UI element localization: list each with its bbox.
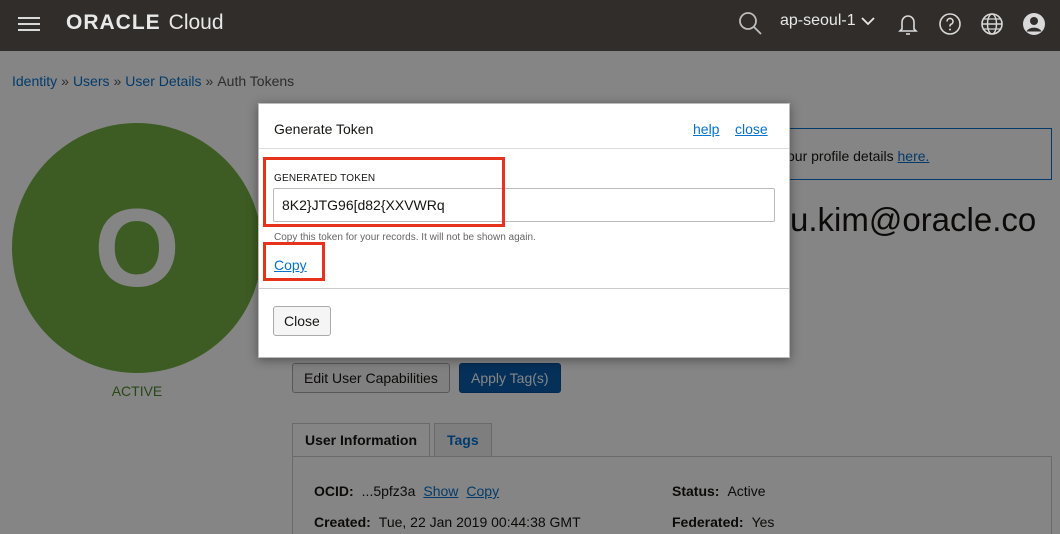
search-icon[interactable] xyxy=(737,10,763,36)
dialog-divider xyxy=(259,288,789,289)
dialog-header: Generate Token help close xyxy=(259,104,789,149)
top-nav-bar: ORACLE Cloud ap-seoul-1 xyxy=(0,0,1060,51)
copy-token-link[interactable]: Copy xyxy=(274,257,307,273)
dialog-help-link[interactable]: help xyxy=(693,121,719,137)
generated-token-label: GENERATED TOKEN xyxy=(274,173,376,184)
bell-icon[interactable] xyxy=(895,11,921,37)
dialog-title: Generate Token xyxy=(274,121,374,137)
globe-icon[interactable] xyxy=(979,11,1005,37)
oracle-cloud-logo[interactable]: ORACLE Cloud xyxy=(66,11,224,37)
logo-product: Cloud xyxy=(168,11,224,34)
generated-token-field[interactable] xyxy=(273,188,775,222)
close-button[interactable]: Close xyxy=(273,306,331,336)
token-help-text: Copy this token for your records. It wil… xyxy=(274,232,536,243)
menu-icon[interactable] xyxy=(18,13,40,33)
region-selector[interactable]: ap-seoul-1 xyxy=(780,12,876,30)
chevron-down-icon xyxy=(860,17,875,26)
dialog-close-link[interactable]: close xyxy=(735,121,768,137)
help-icon[interactable] xyxy=(937,11,963,37)
user-profile-icon[interactable] xyxy=(1021,11,1047,37)
logo-brand: ORACLE xyxy=(66,11,161,34)
generate-token-dialog: Generate Token help close GENERATED TOKE… xyxy=(258,103,790,358)
region-label: ap-seoul-1 xyxy=(780,12,856,29)
